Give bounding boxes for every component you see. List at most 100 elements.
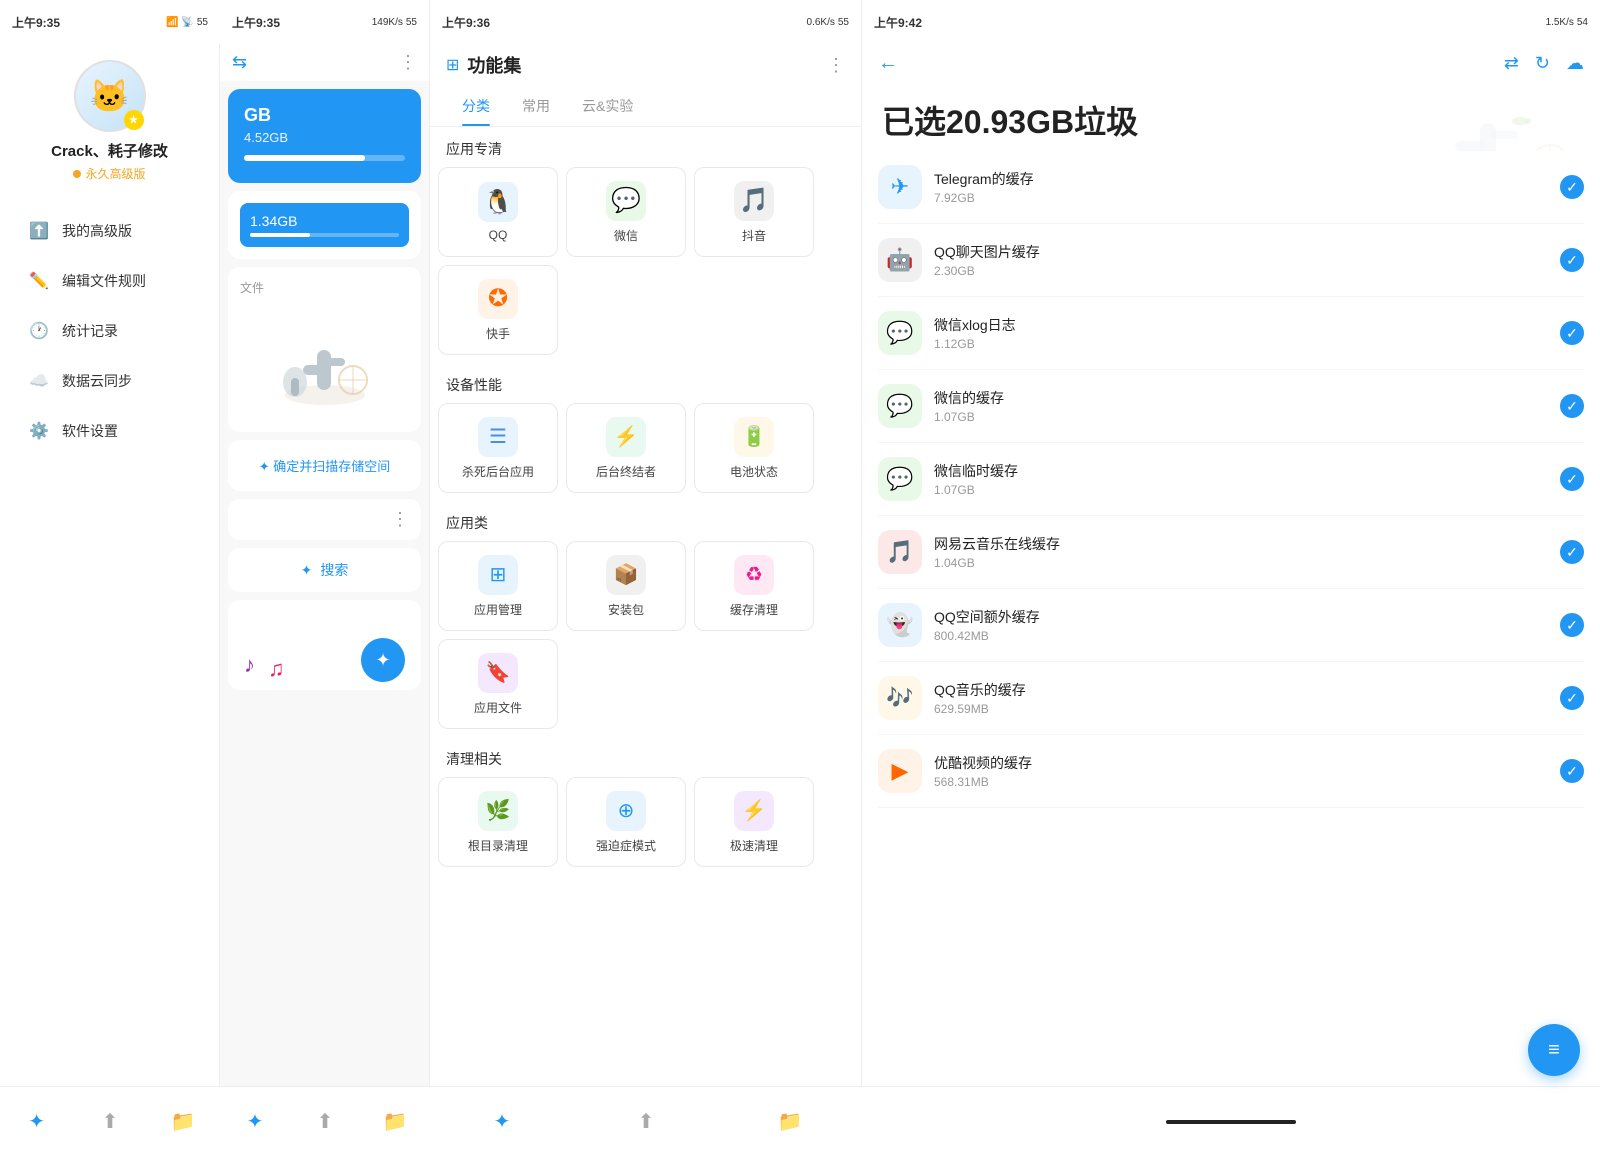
nav-clean-2[interactable]: ✦ (241, 1108, 269, 1136)
feature-cache[interactable]: ♻ 缓存清理 (694, 541, 814, 631)
rules-icon: ✏️ (28, 270, 50, 292)
fast-label: 极速清理 (730, 837, 778, 854)
qq-music-check[interactable]: ✓ (1560, 686, 1584, 710)
qq-space-info: QQ空间额外缓存 800.42MB (934, 607, 1560, 643)
signal-icon-1: 📶 (166, 17, 178, 28)
menu-item-settings[interactable]: ⚙️ 软件设置 (16, 406, 203, 456)
feature-ocd[interactable]: ⊕ 强迫症模式 (566, 777, 686, 867)
nav-folder-1[interactable]: 📁 (169, 1108, 197, 1136)
junk-item-youku[interactable]: ▶ 优酷视频的缓存 568.31MB ✓ (878, 735, 1584, 808)
telegram-icon: ✈ (878, 165, 922, 209)
feature-douyin[interactable]: 🎵 抖音 (694, 167, 814, 257)
junk-item-qq-img[interactable]: 🤖 QQ聊天图片缓存 2.30GB ✓ (878, 224, 1584, 297)
feature-grid-device: ☰ 杀死后台应用 ⚡ 后台终结者 🔋 电池状态 (430, 403, 861, 501)
music-section: ♪ ♫ ✦ (228, 600, 421, 690)
nav-clean-3[interactable]: ✦ (488, 1108, 516, 1136)
nav-upload-3[interactable]: ⬆ (632, 1108, 660, 1136)
feature-battery[interactable]: 🔋 电池状态 (694, 403, 814, 493)
junk-item-wechat-xlog[interactable]: 💬 微信xlog日志 1.12GB ✓ (878, 297, 1584, 370)
transfer-icon[interactable]: ⇄ (1504, 53, 1519, 74)
junk-item-wechat-cache[interactable]: 💬 微信的缓存 1.07GB ✓ (878, 370, 1584, 443)
wechat-cache-check[interactable]: ✓ (1560, 394, 1584, 418)
junk-item-netease[interactable]: 🎵 网易云音乐在线缓存 1.04GB ✓ (878, 516, 1584, 589)
junk-item-qq-music[interactable]: 🎶 QQ音乐的缓存 629.59MB ✓ (878, 662, 1584, 735)
nav-upload-2[interactable]: ⬆ (311, 1108, 339, 1136)
feature-appmgr[interactable]: ⊞ 应用管理 (438, 541, 558, 631)
tab-common[interactable]: 常用 (506, 86, 566, 126)
feature-qq[interactable]: 🐧 QQ (438, 167, 558, 257)
premium-icon: ⬆️ (28, 220, 50, 242)
cloud-upload-icon[interactable]: ☁ (1566, 53, 1584, 74)
tab-cloud[interactable]: 云&实验 (566, 86, 649, 126)
kuaishou-label: 快手 (486, 325, 510, 342)
bottom-indicator (1166, 1120, 1296, 1124)
wechat-xlog-check[interactable]: ✓ (1560, 321, 1584, 345)
storage-title: GB (244, 105, 405, 126)
nav-clean-1[interactable]: ✦ (23, 1108, 51, 1136)
fab-clean-button[interactable]: ≡ (1528, 1024, 1580, 1076)
qq-img-check[interactable]: ✓ (1560, 248, 1584, 272)
bottom-nav-3: ✦ ⬆ 📁 (430, 1086, 862, 1156)
feature-apk[interactable]: 📦 安装包 (566, 541, 686, 631)
nav-upload-1[interactable]: ⬆ (96, 1108, 124, 1136)
netease-check[interactable]: ✓ (1560, 540, 1584, 564)
menu-item-cloud[interactable]: ☁️ 数据云同步 (16, 356, 203, 406)
wechat-tmp-info: 微信临时缓存 1.07GB (934, 461, 1560, 497)
menu-list: ⬆️ 我的高级版 ✏️ 编辑文件规则 🕐 统计记录 ☁️ 数据云同步 ⚙️ 软件… (0, 206, 219, 456)
tab-category[interactable]: 分类 (446, 86, 506, 126)
status-time-3: 上午9:36 (442, 14, 490, 31)
back-button[interactable]: ← (878, 52, 898, 75)
panel2-header: ⇆ ⋮ (220, 44, 429, 81)
qq-space-check[interactable]: ✓ (1560, 613, 1584, 637)
wechat-xlog-size: 1.12GB (934, 337, 1560, 351)
youku-check[interactable]: ✓ (1560, 759, 1584, 783)
qq-space-name: QQ空间额外缓存 (934, 607, 1560, 627)
storage-card: GB 4.52GB (228, 89, 421, 183)
feature-wechat[interactable]: 💬 微信 (566, 167, 686, 257)
status-icons-2: 149K/s 55 (372, 17, 417, 28)
menu-item-premium[interactable]: ⬆️ 我的高级版 (16, 206, 203, 256)
more-dots[interactable]: ⋮ (391, 509, 409, 530)
fab-btn[interactable]: ✦ (361, 638, 405, 682)
nav-folder-2[interactable]: 📁 (381, 1108, 409, 1136)
wechat-tmp-check[interactable]: ✓ (1560, 467, 1584, 491)
section-device: 设备性能 (430, 363, 861, 403)
junk-item-qq-space[interactable]: 👻 QQ空间额外缓存 800.42MB ✓ (878, 589, 1584, 662)
file-section: 文件 (228, 267, 421, 432)
confirm-scan-btn[interactable]: ✦ 确定并扫描存储空间 (228, 440, 421, 491)
feature-fast[interactable]: ⚡ 极速清理 (694, 777, 814, 867)
search-section[interactable]: ✦ 搜索 (228, 548, 421, 592)
kuaishou-icon: ✪ (478, 279, 518, 319)
menu-item-rules[interactable]: ✏️ 编辑文件规则 (16, 256, 203, 306)
username: Crack、耗子修改 (51, 140, 168, 161)
status-icons-4: 1.5K/s 54 (1546, 17, 1588, 28)
nav-folder-3[interactable]: 📁 (776, 1108, 804, 1136)
ocd-icon: ⊕ (606, 791, 646, 831)
more-menu-3[interactable]: ⋮ (827, 55, 845, 76)
status-bar-1: 上午9:35 📶 📡 55 (0, 0, 220, 44)
menu-item-history[interactable]: 🕐 统计记录 (16, 306, 203, 356)
more-menu-2[interactable]: ⋮ (399, 52, 417, 73)
feature-backend[interactable]: ⚡ 后台终结者 (566, 403, 686, 493)
history-icon: 🕐 (28, 320, 50, 342)
confirm-link[interactable]: ✦ 确定并扫描存储空间 (244, 456, 405, 475)
feature-appfile[interactable]: 🔖 应用文件 (438, 639, 558, 729)
panel3-scroll: 应用专清 🐧 QQ 💬 微信 🎵 抖音 ✪ 快手 设备性能 ☰ (430, 127, 861, 1156)
junk-item-telegram[interactable]: ✈ Telegram的缓存 7.92GB ✓ (878, 151, 1584, 224)
avatar-container: 🐱 ★ (74, 60, 146, 132)
status-icons-1: 📶 📡 55 (166, 17, 208, 28)
qq-img-info: QQ聊天图片缓存 2.30GB (934, 242, 1560, 278)
qq-img-size: 2.30GB (934, 264, 1560, 278)
more-card: ⋮ (228, 499, 421, 540)
refresh-icon[interactable]: ↻ (1535, 53, 1550, 74)
feature-kuaishou[interactable]: ✪ 快手 (438, 265, 558, 355)
telegram-check[interactable]: ✓ (1560, 175, 1584, 199)
feature-dir[interactable]: 🌿 根目录清理 (438, 777, 558, 867)
dir-label: 根目录清理 (468, 837, 528, 854)
file-label: 文件 (240, 279, 409, 296)
switch-icon[interactable]: ⇆ (232, 52, 247, 73)
panel3-title: 功能集 (467, 52, 819, 78)
feature-kill[interactable]: ☰ 杀死后台应用 (438, 403, 558, 493)
speed-3: 0.6K/s (807, 17, 835, 28)
junk-item-wechat-tmp[interactable]: 💬 微信临时缓存 1.07GB ✓ (878, 443, 1584, 516)
